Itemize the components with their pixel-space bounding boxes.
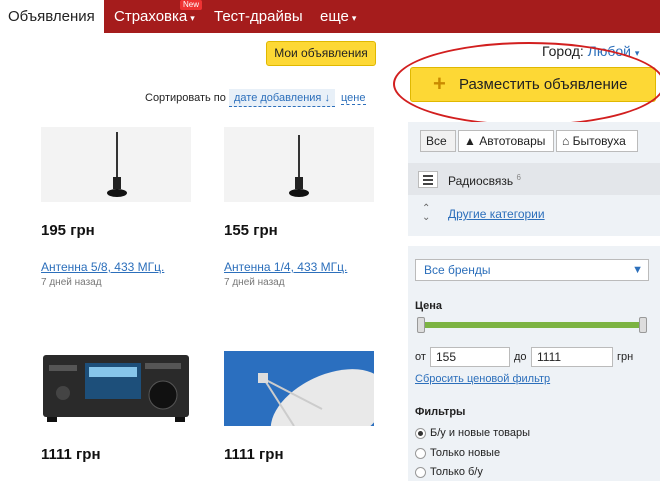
price-min-handle[interactable] <box>417 317 425 333</box>
segment-auto[interactable]: ▲ Автотовары <box>458 130 554 152</box>
sort-label: Сортировать по <box>145 92 226 104</box>
category-row[interactable] <box>408 163 660 195</box>
price-max-handle[interactable] <box>639 317 647 333</box>
segment-household[interactable]: ⌂ Бытовуха <box>556 130 638 152</box>
tab-test-drives[interactable]: Тест-драйвы <box>214 0 303 33</box>
highlight-ellipse <box>393 42 660 126</box>
antenna-image <box>107 132 127 197</box>
home-icon: ⌂ <box>562 134 570 148</box>
item-image[interactable] <box>224 351 388 453</box>
item-price: 1111 грн <box>224 446 284 463</box>
new-badge: New <box>180 0 203 10</box>
item-image[interactable] <box>41 127 191 202</box>
price-to-label: до <box>514 351 527 363</box>
filters-label: Фильтры <box>415 406 466 418</box>
chevron-down-icon: ▾ <box>351 13 357 23</box>
item-price: 1111 грн <box>41 446 101 463</box>
filter-used-label[interactable]: Только б/у <box>430 466 483 478</box>
satellite-dish-image <box>224 351 388 453</box>
item-time: 7 дней назад <box>224 277 285 288</box>
tab-more[interactable]: еще ▾ <box>320 0 356 33</box>
segment-household-label: Бытовуха <box>572 134 626 148</box>
chevron-down-icon: ▼ <box>632 264 643 276</box>
menu-icon[interactable] <box>418 171 438 188</box>
tab-ads[interactable]: Объявления <box>0 0 104 33</box>
price-from-input[interactable]: 155 <box>430 347 510 367</box>
my-ads-button[interactable]: Мои объявления <box>266 41 376 66</box>
segment-all[interactable]: Все <box>420 130 456 152</box>
filter-all-label[interactable]: Б/у и новые товары <box>430 427 530 439</box>
filter-new-label[interactable]: Только новые <box>430 447 500 459</box>
filter-all-radio[interactable] <box>415 428 426 439</box>
tab-more-label: еще <box>320 8 349 25</box>
other-categories-link[interactable]: Другие категории <box>448 207 545 221</box>
brand-select[interactable]: Все бренды ▼ <box>415 259 649 281</box>
chevron-down-icon: ▾ <box>634 48 640 58</box>
sort-by-price[interactable]: цене <box>341 92 366 105</box>
item-time: 7 дней назад <box>41 277 102 288</box>
item-price: 195 грн <box>41 222 95 239</box>
item-title-link[interactable]: Антенна 5/8, 433 МГц. <box>41 260 164 274</box>
chevron-down-icon: ▾ <box>190 13 195 23</box>
currency-label: грн <box>617 351 634 363</box>
category-label: Радиосвязь 6 <box>448 173 521 188</box>
top-nav: Объявления Страховка ▾ New Тест-драйвы ещ… <box>0 0 660 33</box>
filter-used-radio[interactable] <box>415 467 426 478</box>
category-name: Радиосвязь <box>448 174 514 188</box>
item-price: 155 грн <box>224 222 278 239</box>
price-from-label: от <box>415 351 426 363</box>
transceiver-image <box>43 355 189 422</box>
item-image[interactable] <box>224 127 374 202</box>
expand-collapse-icon: ⌃ ⌄ <box>422 203 431 223</box>
category-count: 6 <box>516 173 521 182</box>
price-range-slider[interactable] <box>422 322 646 328</box>
brand-select-value: Все бренды <box>424 263 491 277</box>
reset-price-filter-link[interactable]: Сбросить ценовой фильтр <box>415 373 550 385</box>
segment-auto-label: Автотовары <box>479 134 546 148</box>
item-title-link[interactable]: Антенна 1/4, 433 МГц. <box>224 260 347 274</box>
item-image[interactable] <box>41 351 191 426</box>
antenna-image <box>289 135 309 197</box>
price-label: Цена <box>415 300 443 312</box>
filter-new-radio[interactable] <box>415 448 426 459</box>
car-icon: ▲ <box>464 134 476 148</box>
tab-insurance-label: Страховка <box>114 8 188 25</box>
price-to-input[interactable]: 1111 <box>531 347 613 367</box>
sort-by-date[interactable]: дате добавления ↓ <box>229 89 335 107</box>
sidebar-divider <box>408 236 660 246</box>
